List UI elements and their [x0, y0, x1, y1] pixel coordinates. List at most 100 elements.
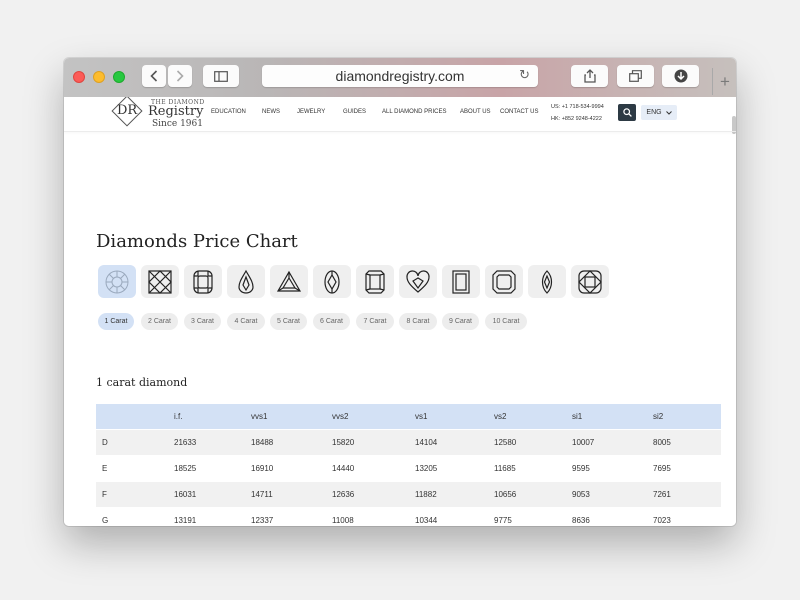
downloads-button[interactable] [662, 65, 699, 87]
header-vs2: vs2 [488, 404, 566, 430]
web-page: DR THE DIAMOND Registry Since 1961 EDUCA… [64, 97, 736, 526]
nav-education[interactable]: EDUCATION [211, 109, 246, 115]
carat-9-button[interactable]: 9 Carat [442, 313, 479, 330]
oval-diamond-icon [324, 269, 340, 294]
share-icon [583, 69, 596, 83]
page-title: Diamonds Price Chart [96, 231, 298, 252]
table-cell: 11008 [326, 507, 409, 526]
carat-5-button[interactable]: 5 Carat [270, 313, 307, 330]
heart-diamond-icon [406, 269, 430, 293]
table-cell: 7023 [647, 507, 721, 526]
table-cell: 9595 [566, 455, 647, 482]
shape-emerald-button[interactable] [356, 265, 394, 298]
chevron-right-icon [176, 70, 184, 82]
reload-icon[interactable]: ↻ [519, 68, 530, 83]
language-label: ENG [646, 109, 662, 116]
nav-news[interactable]: NEWS [262, 109, 280, 115]
nav-guides[interactable]: GUIDES [343, 109, 366, 115]
site-header: DR THE DIAMOND Registry Since 1961 EDUCA… [64, 97, 736, 132]
nav-contact-us[interactable]: CONTACT US [500, 109, 538, 115]
logo-line-2: Registry [148, 104, 204, 119]
pear-diamond-icon [238, 269, 254, 294]
table-cell: 11882 [409, 481, 488, 508]
table-cell: 10656 [488, 481, 566, 508]
shape-round-button[interactable] [98, 265, 136, 298]
shape-radiant-button[interactable] [442, 265, 480, 298]
table-cell: 18488 [245, 429, 326, 456]
carat-10-button[interactable]: 10 Carat [485, 313, 527, 330]
table-cell: 11685 [488, 455, 566, 482]
table-cell: 14440 [326, 455, 409, 482]
table-cell: 9775 [488, 507, 566, 526]
nav-jewelry[interactable]: JEWELRY [297, 109, 325, 115]
table-cell: 12636 [326, 481, 409, 508]
table-cell: 10344 [409, 507, 488, 526]
logo-monogram: DR [117, 103, 138, 118]
address-bar[interactable]: diamondregistry.com ↻ [262, 65, 538, 87]
table-header-row: i.f. vvs1 vvs2 vs1 vs2 si1 si2 [96, 404, 721, 430]
emerald-diamond-icon [365, 269, 385, 294]
table-cell: 12580 [488, 429, 566, 456]
nav-all-diamond-prices[interactable]: ALL DIAMOND PRICES [382, 109, 446, 115]
carat-6-button[interactable]: 6 Carat [313, 313, 350, 330]
header-si2: si2 [647, 404, 721, 430]
princess-diamond-icon [148, 269, 172, 294]
carat-1-button[interactable]: 1 Carat [98, 313, 134, 330]
shape-pear-button[interactable] [227, 265, 265, 298]
round-diamond-icon [105, 270, 129, 293]
contact-phone-hk[interactable]: HK: +852 9248-4222 [551, 116, 602, 122]
carat-2-button[interactable]: 2 Carat [141, 313, 178, 330]
shape-marquise-button[interactable] [528, 265, 566, 298]
header-vs1: vs1 [409, 404, 488, 430]
share-button[interactable] [571, 65, 608, 87]
shape-cushion-button[interactable] [184, 265, 222, 298]
shape-cushion-square-button[interactable] [571, 265, 609, 298]
maximize-window-button[interactable] [113, 71, 125, 83]
carat-8-button[interactable]: 8 Carat [399, 313, 437, 330]
carat-4-button[interactable]: 4 Carat [227, 313, 265, 330]
minimize-window-button[interactable] [93, 71, 105, 83]
shape-princess-button[interactable] [141, 265, 179, 298]
table-cell: 18525 [168, 455, 245, 482]
browser-toolbar: diamondregistry.com ↻ + [64, 58, 736, 97]
header-if: i.f. [168, 404, 245, 430]
shape-asscher-button[interactable] [485, 265, 523, 298]
trillion-diamond-icon [276, 270, 302, 292]
marquise-diamond-icon [541, 269, 553, 294]
table-cell: 8636 [566, 507, 647, 526]
tabs-overview-button[interactable] [617, 65, 654, 87]
table-cell: G [96, 507, 168, 526]
forward-button[interactable] [168, 65, 192, 87]
shape-oval-button[interactable] [313, 265, 351, 298]
table-title: 1 carat diamond [96, 376, 188, 389]
table-cell: 7261 [647, 481, 721, 508]
contact-phone-us[interactable]: US: +1 718-534-9994 [551, 104, 604, 110]
table-cell: 7695 [647, 455, 721, 482]
table-cell: 13205 [409, 455, 488, 482]
close-window-button[interactable] [73, 71, 85, 83]
cushion-square-diamond-icon [578, 269, 602, 294]
download-icon [674, 69, 687, 83]
table-cell: 15820 [326, 429, 409, 456]
sidebar-toggle-button[interactable] [203, 65, 239, 87]
shape-trillion-button[interactable] [270, 265, 308, 298]
table-cell: 16910 [245, 455, 326, 482]
carat-7-button[interactable]: 7 Carat [356, 313, 394, 330]
table-cell: 12337 [245, 507, 326, 526]
browser-window: diamondregistry.com ↻ + DR THE DIAMOND R… [64, 58, 736, 526]
header-vvs1: vvs1 [245, 404, 326, 430]
header-vvs2: vvs2 [326, 404, 409, 430]
header-color [96, 404, 168, 430]
nav-about-us[interactable]: ABOUT US [460, 109, 491, 115]
chevron-down-icon [665, 110, 672, 115]
language-select[interactable]: ENG [641, 105, 677, 120]
new-tab-button[interactable]: + [712, 68, 736, 95]
back-button[interactable] [142, 65, 166, 87]
site-logo[interactable]: DR THE DIAMOND Registry Since 1961 [111, 97, 206, 129]
shape-heart-button[interactable] [399, 265, 437, 298]
header-si1: si1 [566, 404, 647, 430]
search-button[interactable] [618, 104, 636, 121]
table-row: D 21633 18488 15820 14104 12580 10007 80… [96, 429, 721, 456]
table-cell: D [96, 429, 168, 456]
carat-3-button[interactable]: 3 Carat [184, 313, 221, 330]
